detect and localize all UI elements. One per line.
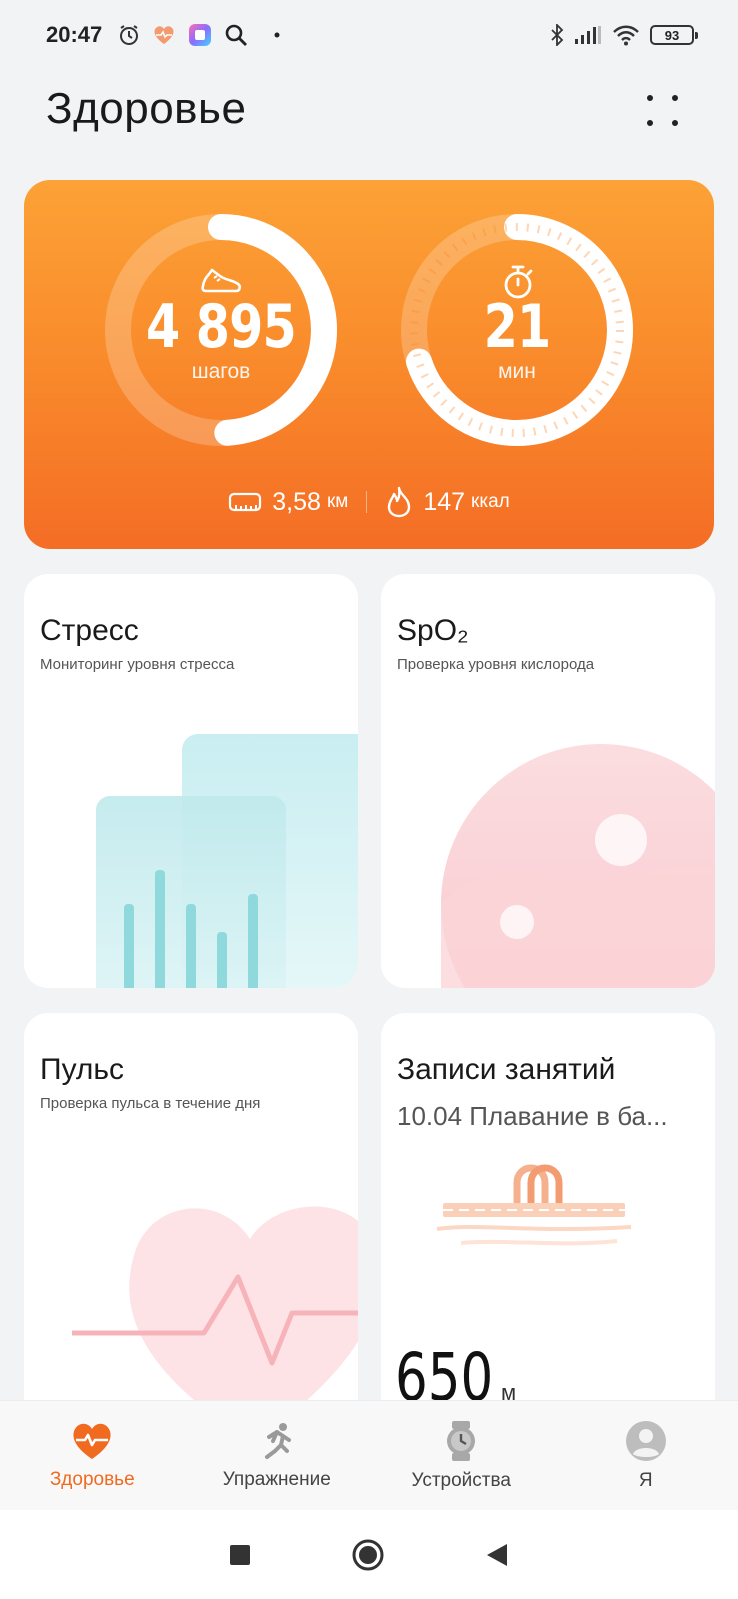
workouts-tile[interactable]: Записи занятий 10.04 Плавание в ба... 65… (381, 1013, 715, 1433)
status-left: 20:47 (46, 22, 280, 48)
calories-value: 147 (423, 487, 466, 516)
stress-subtitle: Мониторинг уровня стресса (40, 656, 235, 673)
pulse-tile[interactable]: Пульс Проверка пульса в течение дня (24, 1013, 358, 1433)
recents-button[interactable] (229, 1544, 251, 1566)
minutes-unit: мин (498, 360, 536, 383)
nav-label-me: Я (638, 1469, 653, 1491)
alarm-icon (118, 24, 140, 46)
bluetooth-icon (550, 24, 564, 46)
wifi-icon (612, 24, 640, 46)
profile-icon (625, 1420, 667, 1462)
pulse-subtitle: Проверка пульса в течение дня (40, 1095, 261, 1112)
steps-display: 4 895 шагов (121, 292, 321, 384)
status-time: 20:47 (46, 22, 103, 47)
stress-title: Стресс (40, 614, 139, 647)
calories-stat: 147 ккал (385, 486, 510, 518)
running-icon (257, 1421, 297, 1461)
signal-icon (574, 25, 602, 45)
nav-exercise[interactable]: Упражнение (187, 1421, 367, 1491)
activity-stats: 3,58 км 147 ккал (24, 486, 714, 518)
page-title: Здоровье (46, 84, 247, 133)
nav-health[interactable]: Здоровье (2, 1421, 182, 1491)
workouts-subtitle: 10.04 Плавание в ба... (397, 1101, 668, 1131)
stress-tile[interactable]: Стресс Мониторинг уровня стресса (24, 574, 358, 988)
spo2-tile[interactable]: SpO₂ Проверка уровня кислорода (381, 574, 715, 988)
search-icon (224, 23, 248, 47)
system-nav-bar (0, 1510, 738, 1599)
heart-pulse-icon (70, 1421, 114, 1461)
nav-label-health: Здоровье (49, 1468, 135, 1490)
distance-unit: км (326, 491, 349, 512)
steps-value: 4 895 (146, 292, 297, 362)
bottom-nav: Здоровье Упражнение Устройства Я (0, 1400, 738, 1510)
watch-icon (443, 1420, 479, 1462)
home-button[interactable] (351, 1538, 385, 1572)
distance-stat: 3,58 км (228, 488, 348, 517)
spo2-title: SpO₂ (397, 614, 469, 647)
back-button[interactable] (485, 1542, 509, 1568)
spo2-subtitle: Проверка уровня кислорода (397, 656, 595, 673)
steps-unit: шагов (191, 360, 251, 383)
calories-unit: ккал (471, 491, 510, 512)
activity-rings-card[interactable]: 4 895 шагов 21 мин 3,58 км 147 ккал (24, 180, 714, 549)
pulse-title: Пульс (40, 1053, 125, 1086)
nav-label-exercise: Упражнение (222, 1468, 331, 1490)
status-bar: 20:47 93 (0, 0, 738, 70)
ruler-icon (228, 491, 262, 513)
workouts-title: Записи занятий (397, 1053, 616, 1086)
grid-dots-icon[interactable] (644, 92, 680, 128)
dot-icon (274, 32, 280, 38)
stat-divider (366, 491, 368, 513)
status-right: 93 (550, 24, 698, 46)
gallery-app-icon (188, 23, 212, 47)
flame-icon (385, 486, 413, 518)
nav-me[interactable]: Я (556, 1420, 736, 1492)
battery-icon: 93 (650, 25, 698, 45)
minutes-display: 21 мин (417, 292, 617, 384)
distance-value: 3,58 (272, 487, 321, 516)
minutes-value: 21 (483, 292, 552, 362)
health-app-icon (152, 24, 176, 46)
nav-devices[interactable]: Устройства (371, 1420, 551, 1492)
nav-label-devices: Устройства (411, 1469, 511, 1491)
